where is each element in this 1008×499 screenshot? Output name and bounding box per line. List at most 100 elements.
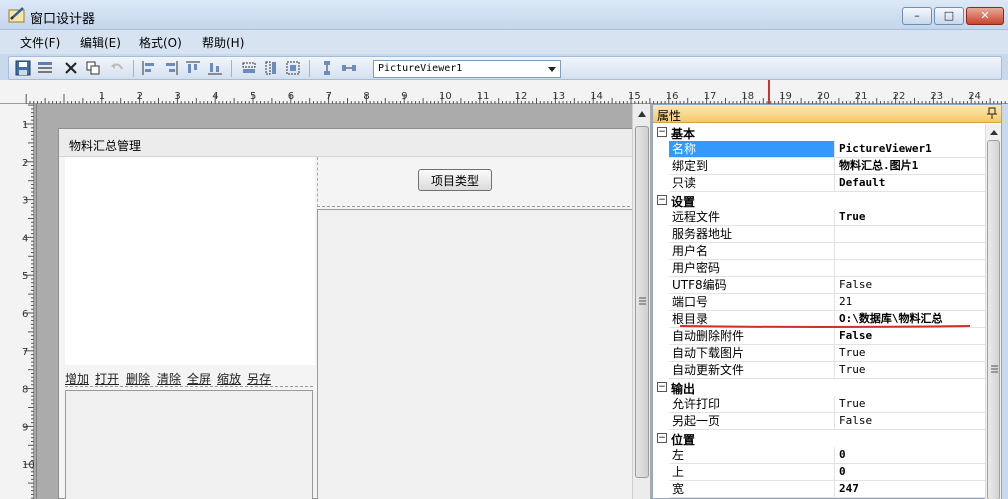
property-row[interactable]: 另起一页 False: [669, 413, 985, 430]
property-row[interactable]: UTF8编码 False: [669, 277, 985, 294]
link-clear[interactable]: 清除: [157, 370, 181, 387]
property-name: 上: [669, 464, 835, 480]
property-value[interactable]: [837, 260, 985, 276]
property-value[interactable]: True: [837, 209, 985, 225]
property-row[interactable]: 只读 Default: [669, 175, 985, 192]
design-canvas[interactable]: 物料汇总管理 增加 打开 删除 清除 全屏 缩放 另存 项目类型: [34, 104, 652, 499]
category-row[interactable]: − 基本: [653, 124, 985, 141]
chevron-down-icon[interactable]: [544, 61, 560, 77]
property-row[interactable]: 远程文件 True: [669, 209, 985, 226]
ruler-label: 5: [22, 271, 28, 282]
link-open[interactable]: 打开: [95, 370, 119, 387]
property-name: UTF8编码: [669, 277, 835, 293]
canvas-scrollbar[interactable]: [632, 104, 650, 499]
properties-scroll-thumb[interactable]: [987, 140, 1000, 499]
property-row[interactable]: 名称 PictureViewer1: [669, 141, 985, 158]
category-row[interactable]: − 位置: [653, 430, 985, 447]
property-value[interactable]: False: [837, 413, 985, 429]
properties-scrollbar[interactable]: [985, 124, 1001, 499]
link-delete[interactable]: 删除: [126, 370, 150, 387]
property-value[interactable]: True: [837, 396, 985, 412]
property-value[interactable]: PictureViewer1: [837, 141, 985, 157]
property-row[interactable]: 自动删除附件 False: [669, 328, 985, 345]
maximize-icon: □: [943, 9, 955, 22]
right-bottom-panel[interactable]: [317, 209, 635, 499]
property-value[interactable]: [837, 243, 985, 259]
property-row[interactable]: 自动更新文件 True: [669, 362, 985, 379]
lower-left-panel[interactable]: [65, 390, 313, 499]
same-size-icon[interactable]: [285, 60, 301, 76]
copy-icon[interactable]: [85, 60, 101, 76]
property-value[interactable]: False: [837, 277, 985, 293]
link-add[interactable]: 增加: [65, 370, 89, 387]
property-row[interactable]: 端口号 21: [669, 294, 985, 311]
property-row[interactable]: 允许打印 True: [669, 396, 985, 413]
property-value[interactable]: 247: [837, 481, 985, 497]
horizontal-spacing-icon[interactable]: [341, 60, 357, 76]
canvas-scroll-thumb[interactable]: [635, 126, 649, 478]
right-top-panel[interactable]: 项目类型: [317, 157, 635, 207]
pin-icon[interactable]: [987, 107, 997, 122]
property-row[interactable]: 绑定到 物料汇总.图片1: [669, 158, 985, 175]
scroll-up-icon[interactable]: [635, 108, 649, 120]
same-width-icon[interactable]: [241, 60, 257, 76]
vertical-spacing-icon[interactable]: [319, 60, 335, 76]
menu-file[interactable]: 文件(F): [20, 34, 60, 51]
align-bottom-icon[interactable]: [207, 60, 223, 76]
align-top-icon[interactable]: [185, 60, 201, 76]
collapse-icon[interactable]: −: [657, 382, 667, 392]
ruler-label: 15: [628, 91, 641, 102]
menu-help[interactable]: 帮助(H): [202, 34, 244, 51]
menu-format[interactable]: 格式(O): [139, 34, 182, 51]
ruler-label: 21: [855, 91, 868, 102]
property-name: 另起一页: [669, 413, 835, 429]
property-value[interactable]: True: [837, 362, 985, 378]
property-row[interactable]: 用户密码: [669, 260, 985, 277]
collapse-icon[interactable]: −: [657, 195, 667, 205]
property-value[interactable]: 21: [837, 294, 985, 310]
link-fullscreen[interactable]: 全屏: [187, 370, 211, 387]
properties-header: 属性: [653, 105, 1001, 123]
align-left-icon[interactable]: [141, 60, 157, 76]
property-value[interactable]: 0: [837, 447, 985, 463]
save-icon[interactable]: [15, 60, 31, 76]
property-row[interactable]: 左0: [669, 447, 985, 464]
ruler-label: 1: [99, 91, 105, 102]
maximize-button[interactable]: □: [934, 7, 964, 25]
picture-viewer[interactable]: [65, 157, 315, 365]
delete-icon[interactable]: [63, 60, 79, 76]
ruler-label: 8: [22, 385, 28, 396]
minimize-button[interactable]: –: [902, 7, 932, 25]
property-value[interactable]: 0: [837, 464, 985, 480]
link-save-as[interactable]: 另存: [247, 370, 271, 387]
component-select[interactable]: PictureViewer1: [373, 60, 561, 78]
property-row[interactable]: 上0: [669, 464, 985, 481]
project-type-button[interactable]: 项目类型: [418, 169, 492, 191]
property-row[interactable]: 宽 247: [669, 481, 985, 498]
property-row[interactable]: 服务器地址: [669, 226, 985, 243]
close-button[interactable]: ✕: [966, 7, 1004, 25]
align-right-icon[interactable]: [163, 60, 179, 76]
collapse-icon[interactable]: −: [657, 127, 667, 137]
same-height-icon[interactable]: [263, 60, 279, 76]
undo-icon[interactable]: [109, 60, 125, 76]
menu-edit[interactable]: 编辑(E): [80, 34, 121, 51]
property-value[interactable]: 物料汇总.图片1: [837, 158, 985, 174]
link-zoom[interactable]: 缩放: [217, 370, 241, 387]
category-row[interactable]: − 输出: [653, 379, 985, 396]
property-value[interactable]: Default: [837, 175, 985, 191]
properties-list-icon[interactable]: [37, 60, 53, 76]
property-value[interactable]: True: [837, 345, 985, 361]
property-value[interactable]: [837, 226, 985, 242]
vertical-ruler: 1 2 3 4 5 6 7 8 9 10: [0, 104, 34, 499]
property-row[interactable]: 用户名: [669, 243, 985, 260]
title-bar: 窗口设计器 – □ ✕: [0, 0, 1008, 30]
property-row[interactable]: 自动下载图片 True: [669, 345, 985, 362]
collapse-icon[interactable]: −: [657, 433, 667, 443]
category-row[interactable]: − 设置: [653, 192, 985, 209]
ruler-label: 7: [326, 91, 332, 102]
designed-form[interactable]: 物料汇总管理 增加 打开 删除 清除 全屏 缩放 另存 项目类型: [58, 128, 635, 499]
scroll-up-icon[interactable]: [989, 128, 999, 136]
property-value[interactable]: False: [837, 328, 985, 344]
property-name: 允许打印: [669, 396, 835, 412]
